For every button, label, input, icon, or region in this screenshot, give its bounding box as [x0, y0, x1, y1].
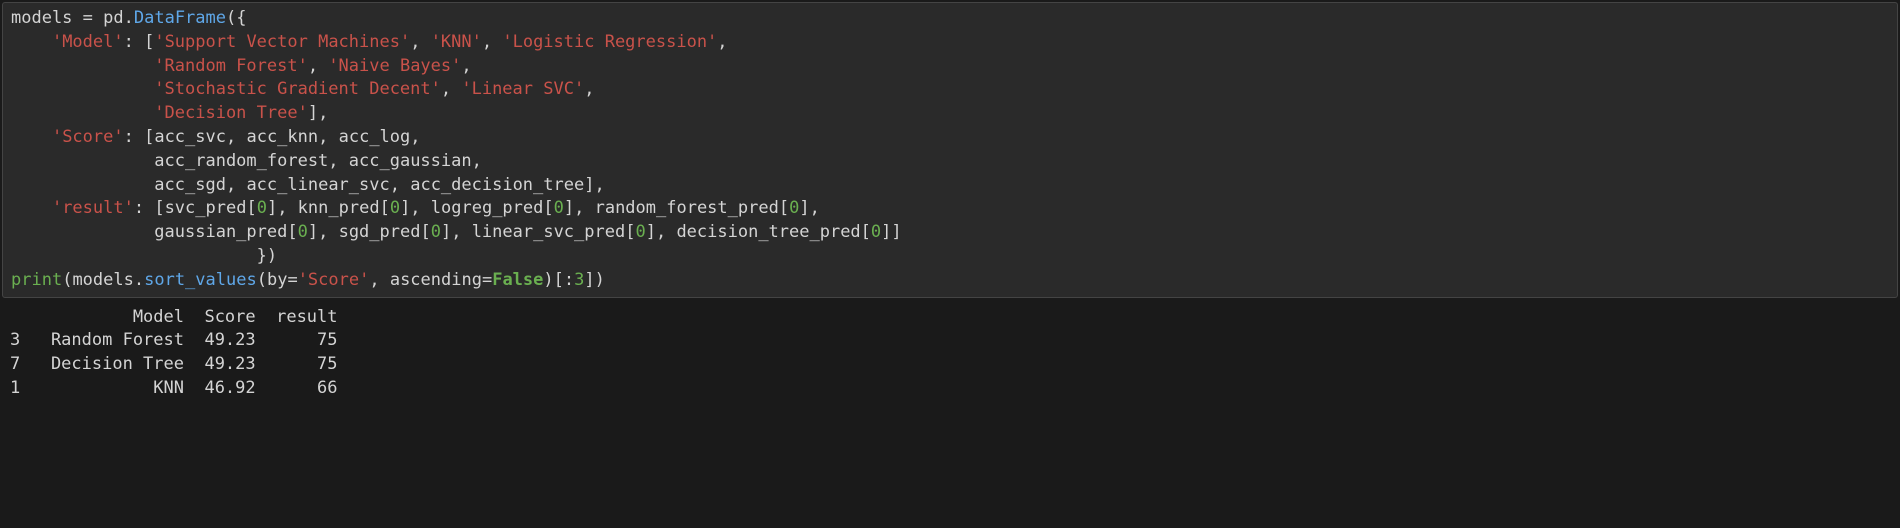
code-line-10: gaussian_pred[0], sgd_pred[0], linear_sv… — [11, 222, 902, 242]
code-line-12: print(models.sort_values(by='Score', asc… — [11, 270, 605, 290]
code-line-4: 'Stochastic Gradient Decent', 'Linear SV… — [11, 79, 594, 99]
code-line-6: 'Score': [acc_svc, acc_knn, acc_log, — [11, 127, 421, 147]
output-row-2: 7 Decision Tree 49.23 75 — [10, 354, 338, 374]
output-cell: Model Score result 3 Random Forest 49.23… — [0, 298, 1900, 409]
code-line-2: 'Model': ['Support Vector Machines', 'KN… — [11, 32, 728, 52]
code-line-9: 'result': [svc_pred[0], knn_pred[0], log… — [11, 198, 820, 218]
code-line-8: acc_sgd, acc_linear_svc, acc_decision_tr… — [11, 175, 605, 195]
code-line-11: }) — [11, 246, 277, 266]
code-cell[interactable]: models = pd.DataFrame({ 'Model': ['Suppo… — [2, 2, 1898, 298]
output-header: Model Score result — [10, 307, 338, 327]
code-line-3: 'Random Forest', 'Naive Bayes', — [11, 56, 472, 76]
code-line-1: models = pd.DataFrame({ — [11, 8, 246, 28]
code-line-7: acc_random_forest, acc_gaussian, — [11, 151, 482, 171]
output-row-1: 3 Random Forest 49.23 75 — [10, 330, 338, 350]
code-line-5: 'Decision Tree'], — [11, 103, 328, 123]
output-row-3: 1 KNN 46.92 66 — [10, 378, 338, 398]
